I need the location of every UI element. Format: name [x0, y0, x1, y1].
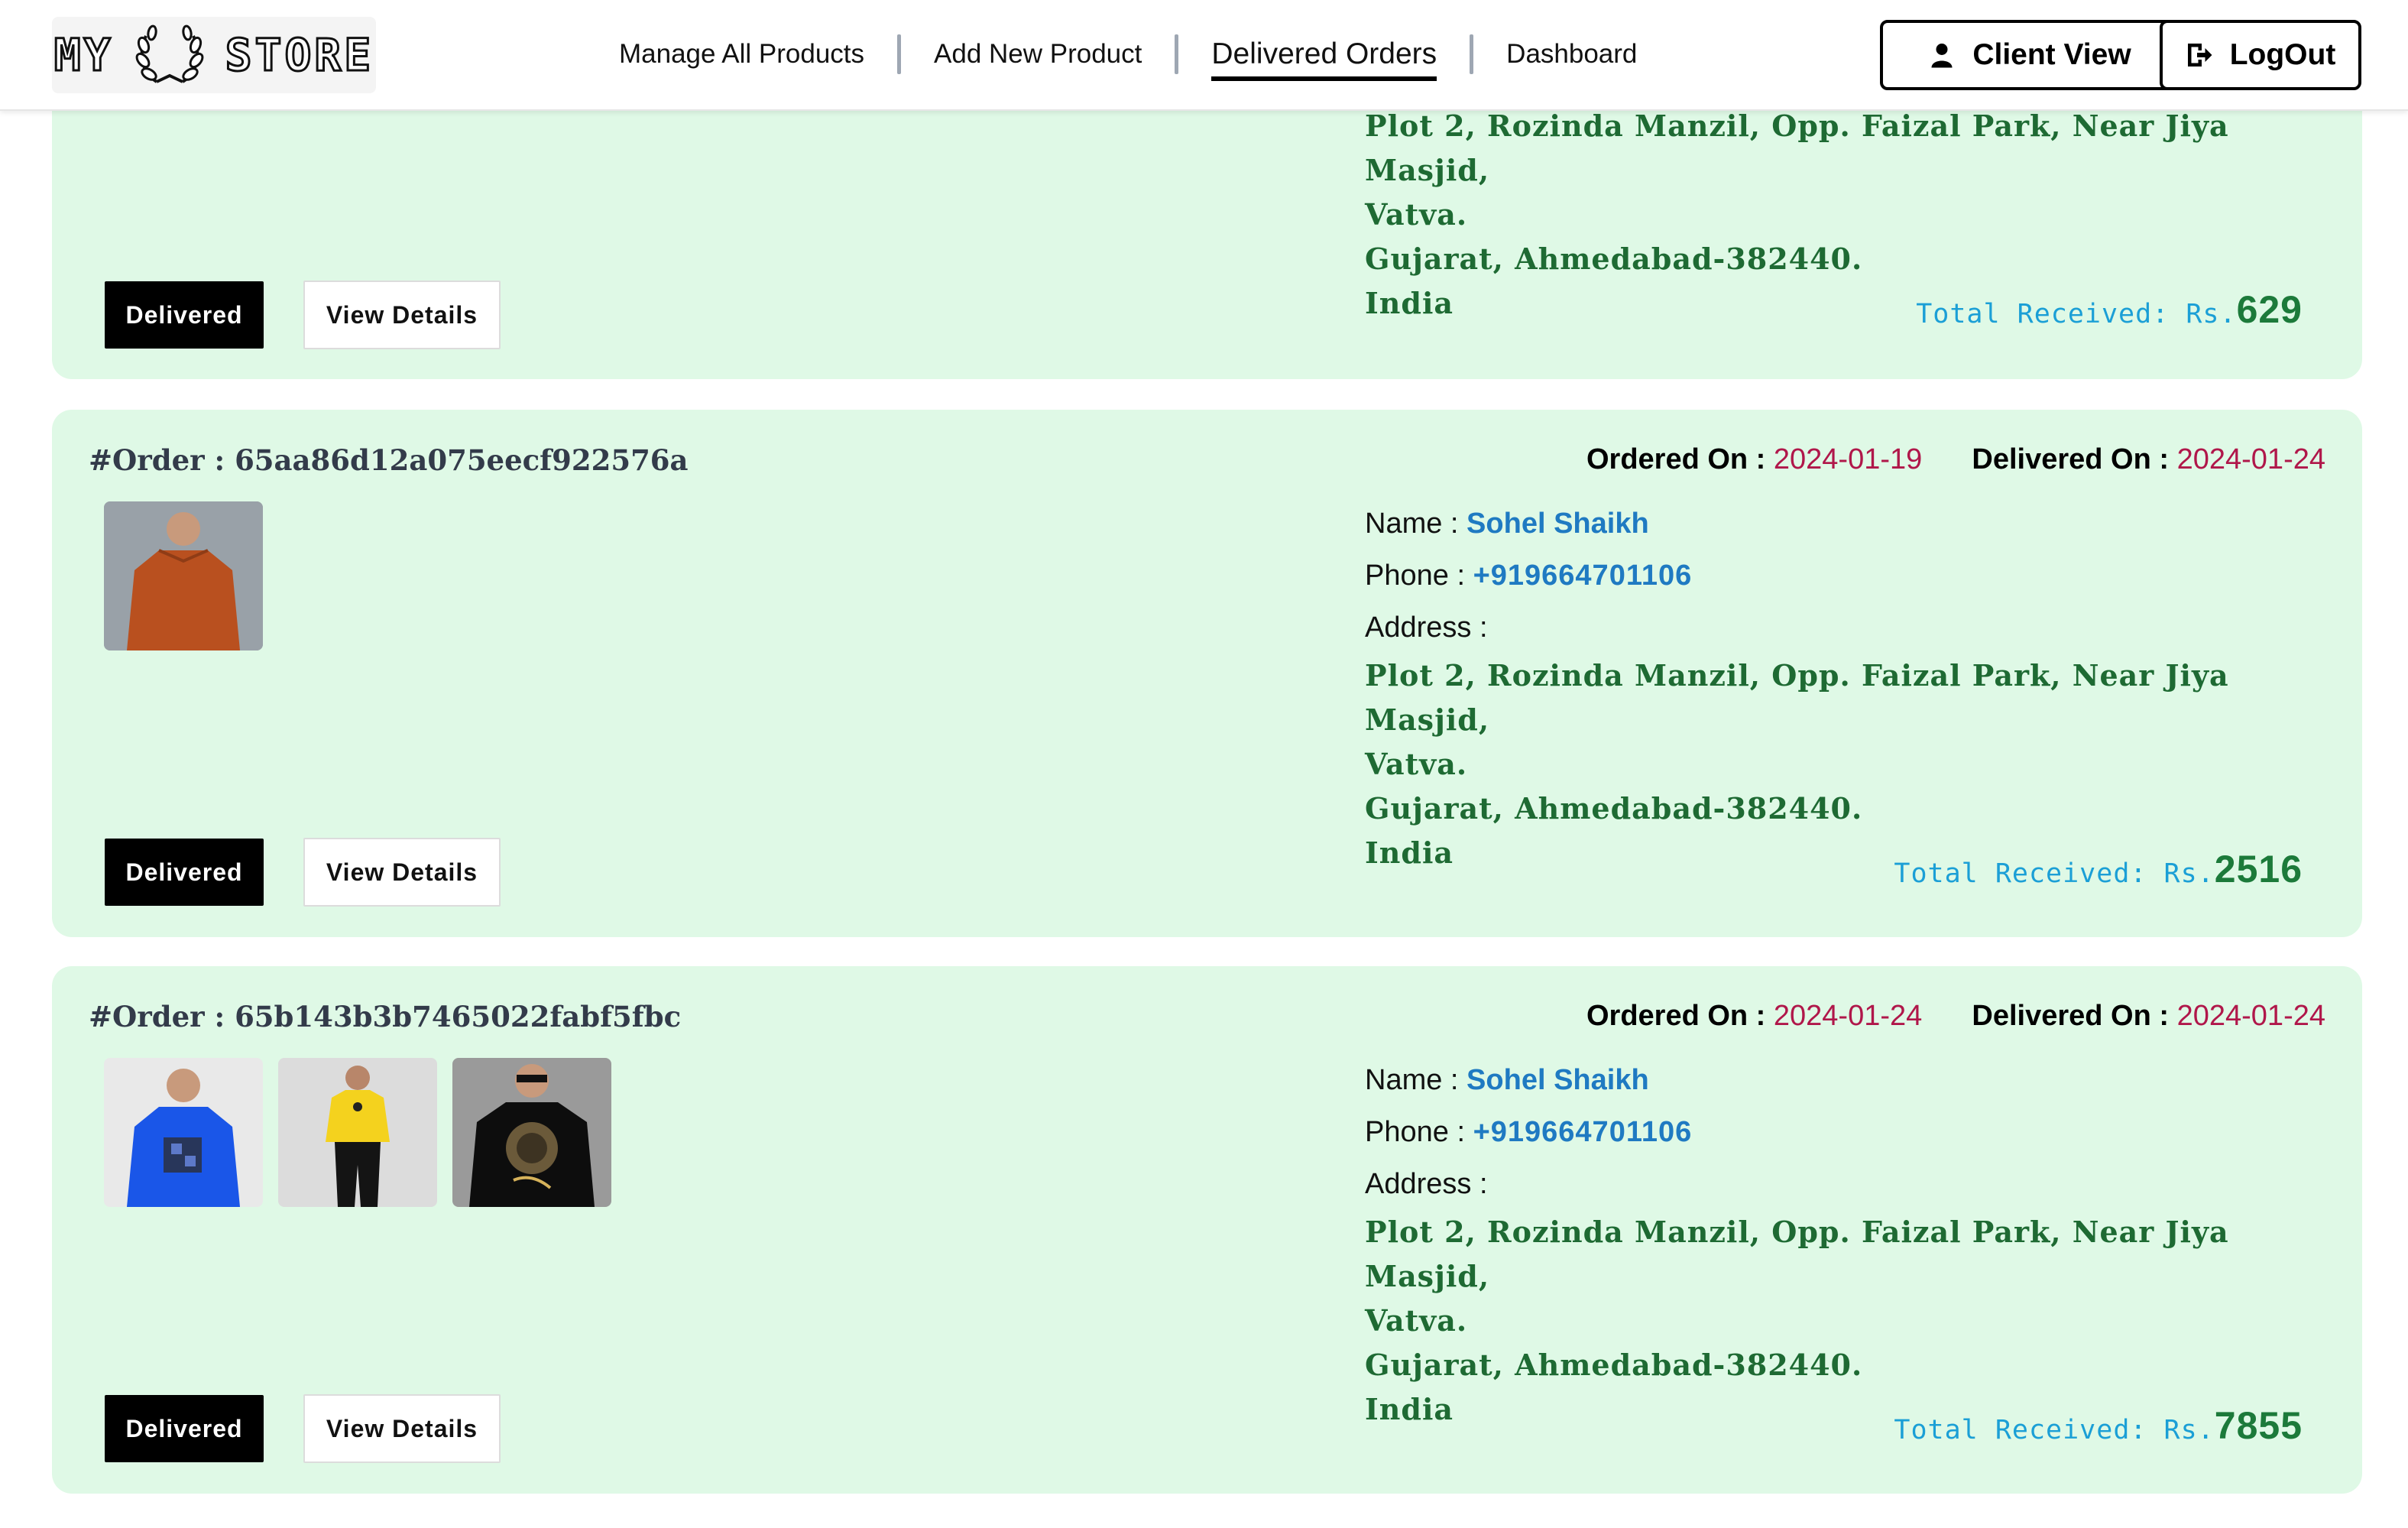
- order-card: #Order : 65aa86d12a075eecf922576a Ordere…: [52, 410, 2362, 937]
- client-view-button[interactable]: Client View: [1880, 20, 2180, 90]
- order-id-value: 65aa86d12a075eecf922576a: [235, 443, 689, 477]
- ordered-on-value: 2024-01-24: [1773, 1000, 1923, 1032]
- view-details-button[interactable]: View Details: [303, 838, 501, 907]
- nav-divider: [897, 34, 902, 74]
- nav-add-new-product[interactable]: Add New Product: [919, 28, 1157, 81]
- order-id-prefix: #Order :: [89, 443, 235, 477]
- address-line: Vatva.: [1365, 197, 1468, 232]
- order-id: #Order : 65b143b3b7465022fabf5fbc: [89, 1000, 681, 1033]
- delivered-on-label: Delivered On :: [1972, 443, 2177, 475]
- order-id: #Order : 65aa86d12a075eecf922576a: [89, 443, 689, 477]
- nav-divider: [1175, 34, 1179, 74]
- product-thumbnail-black-graphic-tshirt[interactable]: [452, 1058, 611, 1207]
- address-line: Vatva.: [1365, 1303, 1468, 1338]
- customer-name: Sohel Shaikh: [1467, 1064, 1649, 1096]
- order-dates: Ordered On : 2024-01-24 Delivered On : 2…: [1586, 1000, 2325, 1033]
- name-label: Name :: [1365, 508, 1467, 540]
- view-details-button[interactable]: View Details: [303, 281, 501, 349]
- delivered-on-value: 2024-01-24: [2176, 1000, 2325, 1032]
- delivered-status-button[interactable]: Delivered: [105, 1395, 264, 1462]
- logout-button[interactable]: LogOut: [2160, 20, 2361, 90]
- address-line: Plot 2, Rozinda Manzil, Opp. Faizal Park…: [1365, 658, 2229, 737]
- total-received: Total Received: Rs.7855: [1894, 1403, 2303, 1448]
- address-line: Gujarat, Ahmedabad-382440.: [1365, 242, 1863, 276]
- customer-phone: +919664701106: [1473, 560, 1693, 592]
- phone-label: Phone :: [1365, 560, 1473, 592]
- address-line: Gujarat, Ahmedabad-382440.: [1365, 791, 1863, 826]
- order-id-prefix: #Order :: [89, 1000, 235, 1033]
- order-card: #Order : 65b143b3b7465022fabf5fbc Ordere…: [52, 966, 2362, 1494]
- total-received-label: Total Received: Rs.: [1894, 858, 2215, 889]
- product-thumbnail-yellow-tshirt[interactable]: [278, 1058, 437, 1207]
- nav-divider: [1470, 34, 1474, 74]
- customer-phone-row: Phone : +919664701106: [1365, 550, 2328, 602]
- laurel-wreath-icon: [135, 24, 204, 83]
- total-received-label: Total Received: Rs.: [1894, 1415, 2215, 1445]
- nav-dashboard[interactable]: Dashboard: [1491, 28, 1652, 81]
- total-received-amount: 629: [2236, 288, 2303, 331]
- user-icon: [1931, 44, 1953, 68]
- address-line: Plot 2, Rozinda Manzil, Opp. Faizal Park…: [1365, 109, 2229, 187]
- product-thumbnail-orange-tshirt[interactable]: [104, 501, 263, 650]
- address-label: Address :: [1365, 612, 1488, 644]
- customer-name-row: Name : Sohel Shaikh: [1365, 498, 2328, 550]
- ordered-on-label: Ordered On :: [1586, 443, 1774, 475]
- total-received-label: Total Received: Rs.: [1916, 299, 2237, 329]
- logo-word-right: STORE: [224, 28, 374, 83]
- product-thumbnails: [104, 501, 263, 650]
- address-label: Address :: [1365, 1168, 1488, 1200]
- view-details-button[interactable]: View Details: [303, 1394, 501, 1463]
- address-line: Plot 2, Rozinda Manzil, Opp. Faizal Park…: [1365, 1215, 2229, 1293]
- product-thumbnails: [104, 1058, 611, 1207]
- customer-info: Name : Sohel Shaikh Phone : +91966470110…: [1365, 498, 2328, 875]
- store-logo[interactable]: MY STORE: [52, 17, 376, 93]
- total-received-amount: 2516: [2214, 848, 2303, 891]
- ordered-on-value: 2024-01-19: [1773, 443, 1923, 475]
- nav-manage-all-products[interactable]: Manage All Products: [604, 28, 880, 81]
- delivered-status-button[interactable]: Delivered: [105, 281, 264, 349]
- nav-delivered-orders[interactable]: Delivered Orders: [1196, 28, 1452, 81]
- customer-info: Name : Sohel Shaikh Phone : +91966470110…: [1365, 1054, 2328, 1432]
- client-view-label: Client View: [1972, 38, 2131, 71]
- logout-icon: [2187, 44, 2212, 67]
- delivered-status-button[interactable]: Delivered: [105, 839, 264, 906]
- name-label: Name :: [1365, 1064, 1467, 1096]
- address-line: Gujarat, Ahmedabad-382440.: [1365, 1348, 1863, 1382]
- total-received: Total Received: Rs.2516: [1894, 847, 2303, 891]
- logout-label: LogOut: [2229, 38, 2336, 71]
- logo-word-left: MY: [53, 28, 114, 83]
- delivered-on-value: 2024-01-24: [2176, 443, 2325, 475]
- navbar: MY STORE Manage All Products Add New Pro…: [0, 0, 2408, 111]
- address-line: Vatva.: [1365, 747, 1468, 781]
- order-dates: Ordered On : 2024-01-19 Delivered On : 2…: [1586, 443, 2325, 476]
- product-thumbnail-blue-tshirt[interactable]: [104, 1058, 263, 1207]
- total-received-amount: 7855: [2214, 1404, 2303, 1447]
- ordered-on-label: Ordered On :: [1586, 1000, 1774, 1032]
- phone-label: Phone :: [1365, 1116, 1473, 1148]
- main-nav: Manage All Products Add New Product Deli…: [604, 28, 1652, 81]
- total-received: Total Received: Rs.629: [1916, 287, 2303, 332]
- delivered-on-label: Delivered On :: [1972, 1000, 2177, 1032]
- customer-name-row: Name : Sohel Shaikh: [1365, 1054, 2328, 1106]
- order-id-value: 65b143b3b7465022fabf5fbc: [235, 1000, 682, 1033]
- customer-phone-row: Phone : +919664701106: [1365, 1106, 2328, 1158]
- customer-name: Sohel Shaikh: [1467, 508, 1649, 540]
- customer-phone: +919664701106: [1473, 1116, 1693, 1148]
